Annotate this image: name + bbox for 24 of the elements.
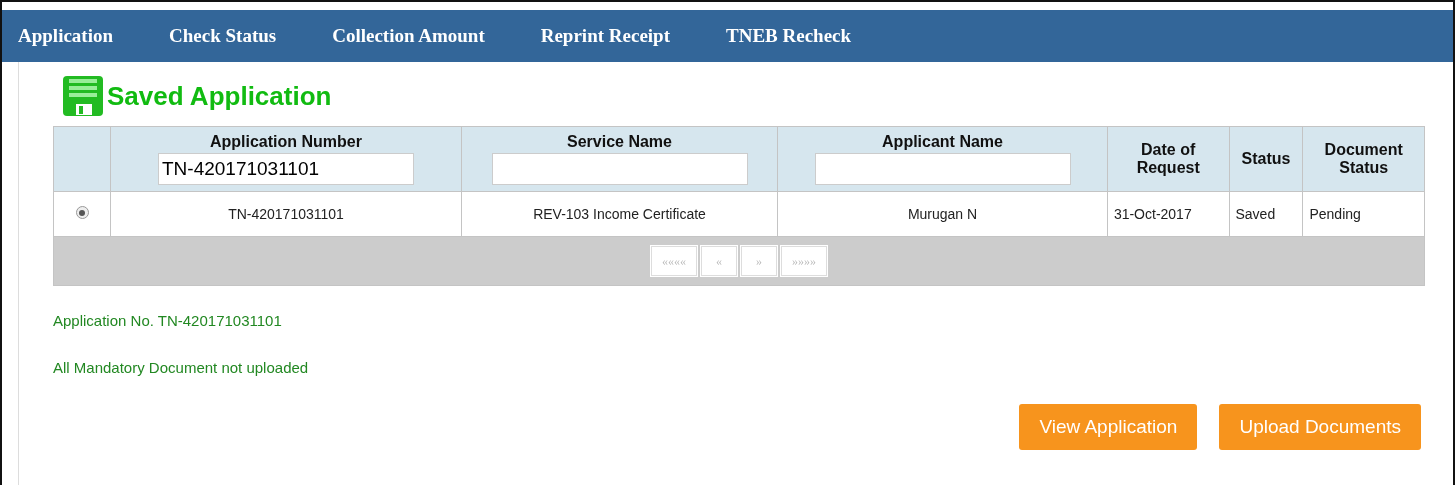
- nav-link[interactable]: Check Status: [169, 25, 277, 47]
- radio-button[interactable]: [75, 206, 89, 219]
- table-cell: Saved: [1229, 191, 1303, 237]
- filter-field[interactable]: [814, 153, 1071, 185]
- filter-field[interactable]: [491, 153, 748, 185]
- table-cell: REV-103 Income Certificate: [461, 191, 778, 237]
- filter-field[interactable]: TN-420171031101: [158, 153, 414, 185]
- nav-link[interactable]: Collection Amount: [332, 25, 485, 47]
- status-message: Application No. TN-420171031101: [53, 312, 283, 329]
- column-header: Status: [1241, 150, 1291, 167]
- column-header: Application Number: [208, 133, 363, 151]
- page-title: Saved Application: [107, 80, 332, 112]
- column-header: Applicant Name: [881, 133, 1004, 151]
- column-header: Document Status: [1324, 141, 1403, 176]
- nav-link[interactable]: TNEB Recheck: [726, 25, 852, 47]
- table-cell: Murugan N: [777, 191, 1108, 237]
- nav-link[interactable]: Reprint Receipt: [540, 25, 670, 47]
- nav-link[interactable]: Application: [18, 25, 114, 47]
- table-cell: Pending: [1302, 191, 1425, 237]
- status-message: All Mandatory Document not uploaded: [53, 359, 310, 376]
- column-header: Service Name: [566, 133, 673, 151]
- column-header: Date of Request: [1136, 141, 1200, 176]
- table-cell: 31-Oct-2017: [1107, 191, 1229, 237]
- table-cell: TN-420171031101: [110, 191, 462, 237]
